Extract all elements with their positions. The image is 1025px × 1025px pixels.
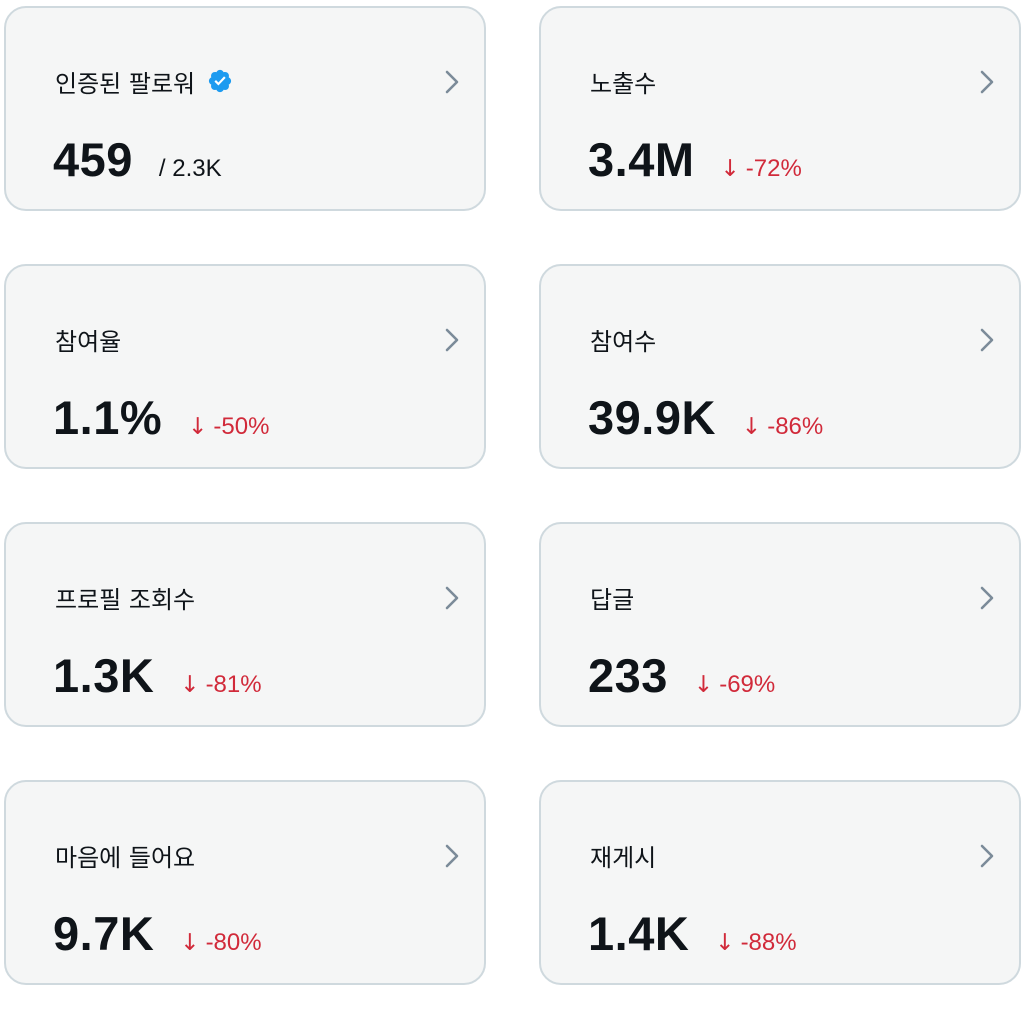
change-percent: -80%: [205, 929, 262, 956]
metric-value: 39.9K: [588, 391, 716, 444]
card-header: 참여율: [55, 322, 121, 356]
chevron-right-icon: [442, 326, 462, 354]
card-engagement-rate[interactable]: 참여율 1.1% ↓ -50%: [4, 264, 486, 469]
metric-row: 39.9K ↓ -86%: [588, 390, 823, 446]
card-label: 프로필 조회수: [55, 585, 196, 614]
metric-row: 3.4M ↓ -72%: [588, 132, 802, 188]
verified-badge-icon: [207, 68, 233, 94]
card-label: 답글: [590, 585, 635, 614]
metric-change: ↓ -88%: [715, 929, 796, 957]
metric-row: 1.4K ↓ -88%: [588, 906, 797, 962]
arrow-down-icon: ↓: [741, 414, 762, 440]
card-replies[interactable]: 답글 233 ↓ -69%: [539, 522, 1021, 727]
metric-change: ↓ -69%: [694, 671, 775, 699]
arrow-down-icon: ↓: [715, 930, 735, 956]
chevron-right-icon: [977, 842, 997, 870]
metric-value: 459: [53, 133, 133, 186]
metric-change: ↓ -86%: [742, 413, 823, 441]
metric-change: ↓ -81%: [180, 671, 261, 699]
chevron-right-icon: [977, 68, 997, 96]
arrow-down-icon: ↓: [180, 672, 200, 698]
card-verified-followers[interactable]: 인증된 팔로워 459 / 2.3K: [4, 6, 486, 211]
change-percent: -86%: [767, 413, 824, 440]
card-label: 재게시: [590, 843, 657, 872]
metric-row: 459 / 2.3K: [53, 132, 222, 188]
card-header: 노출수: [590, 64, 656, 98]
change-percent: -72%: [745, 155, 802, 182]
chevron-right-icon: [977, 326, 997, 354]
arrow-down-icon: ↓: [720, 156, 740, 182]
card-label: 인증된 팔로워: [55, 69, 196, 98]
arrow-down-icon: ↓: [188, 414, 208, 440]
metric-change: ↓ -80%: [180, 929, 261, 957]
metric-value: 1.4K: [588, 907, 690, 960]
card-label: 참여수: [590, 327, 657, 356]
change-percent: -88%: [740, 929, 797, 956]
change-percent: -50%: [213, 413, 270, 440]
metric-row: 233 ↓ -69%: [588, 648, 775, 704]
card-likes[interactable]: 마음에 들어요 9.7K ↓ -80%: [4, 780, 486, 985]
metric-value: 1.3K: [53, 649, 155, 702]
arrow-down-icon: ↓: [180, 930, 200, 956]
chevron-right-icon: [442, 842, 462, 870]
chevron-right-icon: [442, 584, 462, 612]
card-header: 인증된 팔로워: [55, 64, 233, 98]
metric-value: 9.7K: [53, 907, 155, 960]
metric-value: 233: [588, 649, 668, 702]
card-label: 참여율: [55, 327, 122, 356]
card-header: 프로필 조회수: [55, 580, 195, 614]
arrow-down-icon: ↓: [693, 672, 714, 698]
card-label: 마음에 들어요: [55, 843, 196, 872]
card-header: 재게시: [590, 838, 656, 872]
metric-total: / 2.3K: [158, 155, 222, 182]
card-label: 노출수: [590, 69, 657, 98]
card-header: 참여수: [590, 322, 656, 356]
card-impressions[interactable]: 노출수 3.4M ↓ -72%: [539, 6, 1021, 211]
change-percent: -69%: [719, 671, 776, 698]
card-profile-visits[interactable]: 프로필 조회수 1.3K ↓ -81%: [4, 522, 486, 727]
card-reposts[interactable]: 재게시 1.4K ↓ -88%: [539, 780, 1021, 985]
chevron-right-icon: [977, 584, 997, 612]
metric-value: 1.1%: [53, 391, 163, 444]
metric-row: 1.3K ↓ -81%: [53, 648, 262, 704]
metric-row: 1.1% ↓ -50%: [53, 390, 269, 446]
metric-value: 3.4M: [588, 133, 695, 186]
change-percent: -81%: [205, 671, 262, 698]
metric-change: ↓ -72%: [721, 155, 802, 183]
card-engagements[interactable]: 참여수 39.9K ↓ -86%: [539, 264, 1021, 469]
chevron-right-icon: [442, 68, 462, 96]
card-header: 답글: [590, 580, 634, 614]
card-header: 마음에 들어요: [55, 838, 195, 872]
metric-row: 9.7K ↓ -80%: [53, 906, 262, 962]
metric-change: ↓ -50%: [188, 413, 269, 441]
